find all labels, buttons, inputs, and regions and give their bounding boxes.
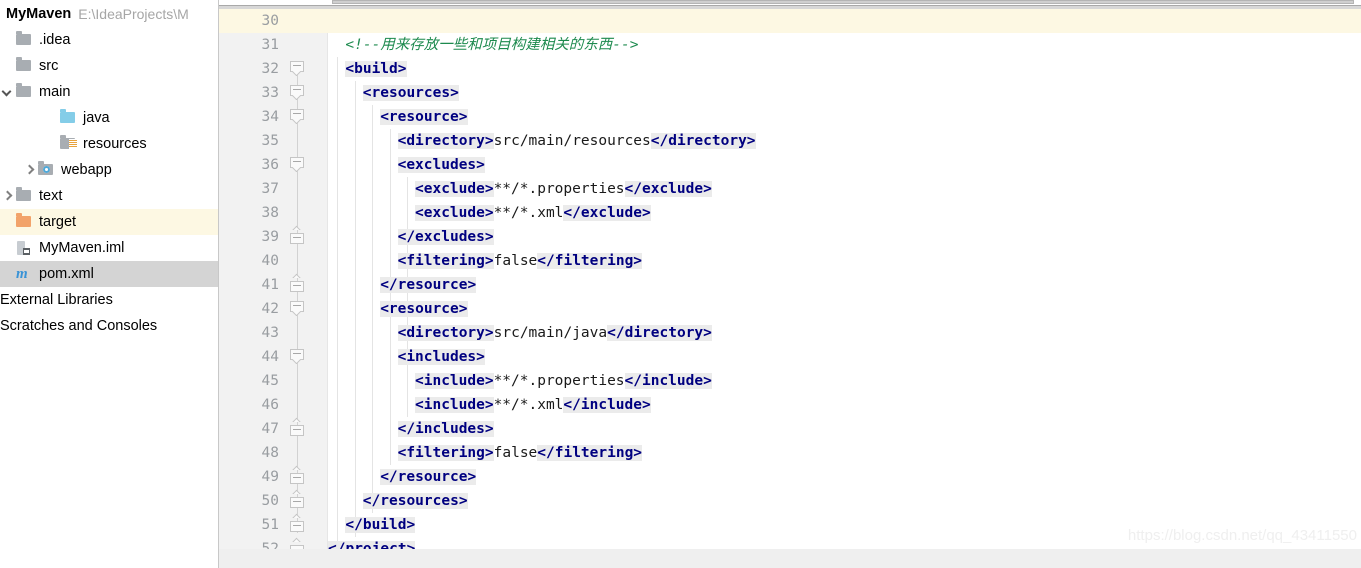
- fold-marker[interactable]: [290, 157, 306, 173]
- folder-icon: [15, 187, 33, 204]
- resources-folder-icon: [59, 135, 77, 152]
- chevron-down-icon[interactable]: [0, 85, 14, 99]
- tree-item-label: java: [83, 110, 110, 126]
- fold-marker[interactable]: [290, 517, 306, 533]
- web-folder-icon: [37, 161, 55, 178]
- source-folder-icon: [59, 109, 77, 126]
- tree-item-resources[interactable]: resources: [0, 131, 218, 157]
- tree-item-external-libraries[interactable]: External Libraries: [0, 287, 218, 313]
- fold-marker[interactable]: [290, 421, 306, 437]
- tree-item-main[interactable]: main: [0, 79, 218, 105]
- tree-item-label: webapp: [61, 162, 112, 178]
- tree-item-pom-xml[interactable]: m pom.xml: [0, 261, 218, 287]
- module-file-icon: [15, 240, 33, 256]
- tree-item-src[interactable]: src: [0, 53, 218, 79]
- file-tree[interactable]: .idea src main java resources webapp text targe…: [0, 27, 218, 287]
- editor-bottom-band: [219, 549, 1361, 568]
- tree-item-webapp[interactable]: webapp: [0, 157, 218, 183]
- chevron-right-icon[interactable]: [22, 163, 36, 177]
- folder-icon: [15, 57, 33, 74]
- tree-footer[interactable]: External Libraries Scratches and Consoles: [0, 287, 218, 339]
- fold-marker[interactable]: [290, 301, 306, 317]
- tree-arrow-spacer: [0, 267, 14, 281]
- tree-item-label: .idea: [39, 32, 71, 48]
- tree-item-target[interactable]: target: [0, 209, 218, 235]
- tree-item-mymaven-iml[interactable]: MyMaven.iml: [0, 235, 218, 261]
- project-tree-panel[interactable]: MyMaven E:\IdeaProjects\M .idea src main ja…: [0, 0, 219, 568]
- folder-icon: [15, 83, 33, 100]
- project-path: E:\IdeaProjects\M: [78, 5, 189, 22]
- tree-arrow-spacer: [0, 241, 14, 255]
- folder-icon: [15, 31, 33, 48]
- fold-marker[interactable]: [290, 229, 306, 245]
- watermark: https://blog.csdn.net/qq_43411550: [1127, 527, 1357, 544]
- tree-item-label: Scratches and Consoles: [0, 318, 158, 334]
- fold-markers[interactable]: [219, 0, 1361, 568]
- tree-arrow-spacer: [0, 215, 14, 229]
- tree-arrow-spacer: [44, 137, 58, 151]
- horizontal-scrollbar-fragment[interactable]: [332, 0, 1354, 4]
- tree-item-label: src: [39, 58, 59, 74]
- editor-top-strip: [219, 0, 1361, 9]
- tree-arrow-spacer: [0, 59, 14, 73]
- idea-window: MyMaven E:\IdeaProjects\M .idea src main ja…: [0, 0, 1361, 568]
- tree-item-text[interactable]: text: [0, 183, 218, 209]
- fold-marker[interactable]: [290, 277, 306, 293]
- tree-item-label: resources: [83, 136, 147, 152]
- tree-item-label: External Libraries: [0, 292, 113, 308]
- tree-item-label: main: [39, 84, 71, 100]
- tree-item-label: pom.xml: [39, 266, 94, 282]
- fold-marker[interactable]: [290, 109, 306, 125]
- tree-item-scratches-and-consoles[interactable]: Scratches and Consoles: [0, 313, 218, 339]
- fold-marker[interactable]: [290, 469, 306, 485]
- tree-item--idea[interactable]: .idea: [0, 27, 218, 53]
- tree-arrow-spacer: [0, 33, 14, 47]
- project-name: MyMaven: [6, 5, 72, 22]
- code-editor[interactable]: 30 31 <!--用来存放一些和项目构建相关的东西--> 32 <build> 33 <r…: [219, 0, 1361, 568]
- fold-marker[interactable]: [290, 349, 306, 365]
- tree-item-label: text: [39, 188, 63, 204]
- excluded-folder-icon: [15, 213, 33, 230]
- fold-marker[interactable]: [290, 61, 306, 77]
- chevron-right-icon[interactable]: [0, 189, 14, 203]
- maven-file-icon: m: [16, 266, 28, 282]
- fold-marker[interactable]: [290, 85, 306, 101]
- tree-item-java[interactable]: java: [0, 105, 218, 131]
- tree-arrow-spacer: [44, 111, 58, 125]
- tree-item-label: MyMaven.iml: [39, 240, 125, 256]
- fold-marker[interactable]: [290, 493, 306, 509]
- editor-top-divider: [219, 5, 1361, 9]
- project-root-header[interactable]: MyMaven E:\IdeaProjects\M: [0, 0, 218, 27]
- tree-item-label: target: [39, 214, 77, 230]
